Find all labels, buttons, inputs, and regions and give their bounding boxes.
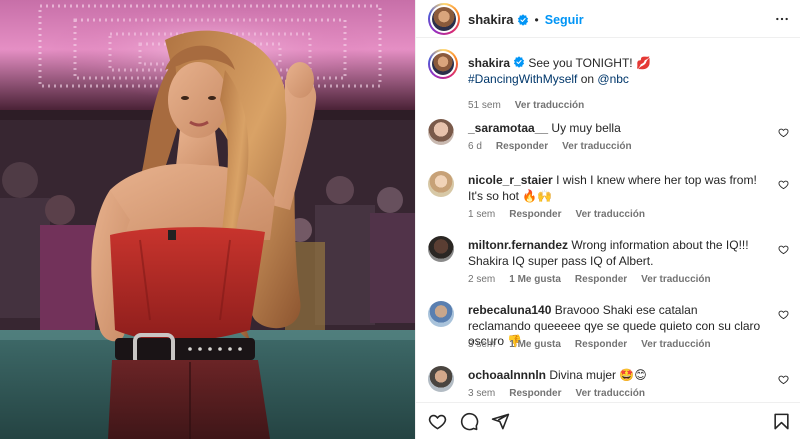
reply-button[interactable]: Responder — [575, 339, 627, 350]
comment-text: miltonr.fernandez Wrong information abou… — [468, 238, 761, 269]
likes-count[interactable]: 1 Me gusta — [509, 274, 561, 285]
heart-icon[interactable] — [778, 309, 789, 320]
comment-item: rebecaluna140 Bravooo Shaki ese catalan … — [428, 301, 789, 350]
comments-list[interactable]: shakira See you TONIGHT! 💋 #DancingWithM… — [416, 39, 800, 402]
comment-meta: 2 sem 1 Me gusta Responder Ver traducció… — [468, 274, 711, 285]
comment-item: nicole_r_staier I wish I knew where her … — [428, 171, 789, 220]
comment-time[interactable]: 3 sem — [468, 388, 495, 399]
post-details-panel: shakira • Seguir shakira See you TONIGHT… — [415, 0, 800, 439]
post-header: shakira • Seguir — [416, 0, 800, 38]
verified-badge-icon — [517, 13, 528, 26]
translate-button[interactable]: Ver traducción — [641, 339, 710, 350]
hashtag-link[interactable]: #DancingWithMyself — [468, 72, 577, 86]
comment-time[interactable]: 3 sem — [468, 339, 495, 350]
commenter-username[interactable]: nicole_r_staier — [468, 173, 553, 187]
comment-item: _saramotaa__ Uy muy bella 6 d Responder … — [428, 119, 789, 152]
follow-button[interactable]: Seguir — [545, 13, 584, 27]
comment-text: _saramotaa__ Uy muy bella — [468, 121, 761, 137]
caption-time[interactable]: 51 sem — [468, 100, 501, 111]
likes-count[interactable]: 1 Me gusta — [509, 339, 561, 350]
comment-meta: 1 sem Responder Ver traducción — [468, 209, 645, 220]
reply-button[interactable]: Responder — [496, 141, 548, 152]
heart-icon[interactable] — [778, 179, 789, 190]
heart-icon[interactable] — [778, 127, 789, 138]
author-avatar[interactable] — [428, 3, 460, 35]
comment-time[interactable]: 6 d — [468, 141, 482, 152]
translate-button[interactable]: Ver traducción — [641, 274, 710, 285]
verified-badge-icon — [513, 56, 525, 68]
post-image[interactable] — [0, 0, 415, 439]
reply-button[interactable]: Responder — [575, 274, 627, 285]
comment-text: nicole_r_staier I wish I knew where her … — [468, 173, 761, 204]
commenter-avatar[interactable] — [428, 119, 454, 145]
comment-body: Divina mujer 🤩😊 — [549, 368, 647, 382]
caption-meta: 51 sem Ver traducción — [468, 100, 584, 111]
separator-dot: • — [534, 12, 539, 27]
commenter-avatar[interactable] — [428, 171, 454, 197]
bookmark-icon[interactable] — [772, 412, 791, 431]
heart-icon[interactable] — [778, 374, 789, 385]
caption-username[interactable]: shakira — [468, 56, 510, 70]
comment-icon[interactable] — [460, 412, 479, 431]
comment-item: ochoaalnnnln Divina mujer 🤩😊 3 sem Respo… — [428, 366, 789, 399]
comment-text: ochoaalnnnln Divina mujer 🤩😊 — [468, 368, 761, 384]
heart-icon[interactable] — [778, 244, 789, 255]
caption-connector: on — [577, 71, 598, 86]
instagram-post-viewer: shakira • Seguir shakira See you TONIGHT… — [0, 0, 800, 439]
commenter-username[interactable]: _saramotaa__ — [468, 121, 548, 135]
action-bar — [416, 402, 800, 439]
translate-button[interactable]: Ver traducción — [575, 209, 644, 220]
translate-button[interactable]: Ver traducción — [562, 141, 631, 152]
author-avatar[interactable] — [428, 49, 458, 79]
comment-time[interactable]: 2 sem — [468, 274, 495, 285]
commenter-username[interactable]: miltonr.fernandez — [468, 238, 568, 252]
commenter-username[interactable]: ochoaalnnnln — [468, 368, 546, 382]
translate-button[interactable]: Ver traducción — [575, 388, 644, 399]
comment-body: Uy muy bella — [551, 121, 621, 135]
comment-meta: 6 d Responder Ver traducción — [468, 141, 632, 152]
post-photo — [0, 0, 415, 439]
reply-button[interactable]: Responder — [509, 388, 561, 399]
comment-item: miltonr.fernandez Wrong information abou… — [428, 236, 789, 285]
caption-body: See you TONIGHT! 💋 — [528, 56, 651, 70]
more-options-icon[interactable] — [775, 12, 789, 26]
comment-time[interactable]: 1 sem — [468, 209, 495, 220]
commenter-avatar[interactable] — [428, 236, 454, 262]
comment-meta: 3 sem 1 Me gusta Responder Ver traducció… — [468, 339, 711, 350]
caption: shakira See you TONIGHT! 💋 #DancingWithM… — [428, 49, 789, 111]
heart-icon[interactable] — [428, 412, 447, 431]
translate-button[interactable]: Ver traducción — [515, 100, 584, 111]
commenter-avatar[interactable] — [428, 301, 454, 327]
comment-meta: 3 sem Responder Ver traducción — [468, 388, 645, 399]
caption-text: shakira See you TONIGHT! 💋 #DancingWithM… — [468, 56, 761, 87]
commenter-username[interactable]: rebecaluna140 — [468, 303, 551, 317]
share-icon[interactable] — [491, 412, 510, 431]
author-username[interactable]: shakira — [468, 12, 514, 27]
commenter-avatar[interactable] — [428, 366, 454, 392]
reply-button[interactable]: Responder — [509, 209, 561, 220]
mention-link[interactable]: @nbc — [597, 72, 629, 86]
